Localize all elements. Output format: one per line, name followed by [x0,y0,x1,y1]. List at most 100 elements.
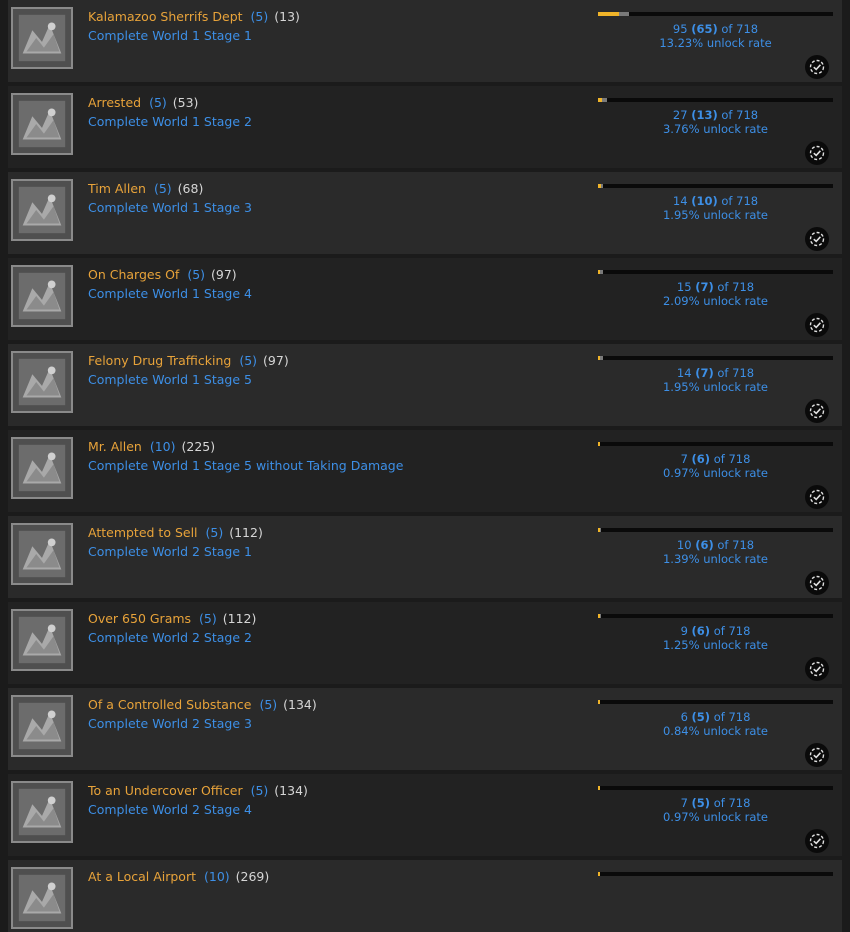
unlock-count: 6 [680,710,688,724]
achievement-title[interactable]: Mr. Allen [88,439,142,454]
badge-image [13,9,71,67]
hardcore-count: (5) [691,796,711,810]
achievement-title[interactable]: Over 650 Grams [88,611,191,626]
unlock-progress-bar [598,98,833,102]
unlock-rate-suffix: unlock rate [703,294,768,308]
achievement-description[interactable]: Complete World 2 Stage 2 [88,630,252,645]
unlock-count-line: 95 (65) of 718 [598,22,833,36]
stage-map-icon[interactable] [11,179,73,241]
unlock-rate-line: 3.76% unlock rate [598,122,833,136]
unlock-stats: 7 (5) of 718 0.97% unlock rate [598,796,833,824]
achievement-description[interactable]: Complete World 1 Stage 5 [88,372,252,387]
achievement-title[interactable]: Attempted to Sell [88,525,198,540]
city-scene-icon[interactable] [11,523,73,585]
achievement-row: Tim Allen (5) (68) Complete World 1 Stag… [8,172,842,254]
unlock-progress-bar [598,700,833,704]
unlock-rate-line: 0.84% unlock rate [598,724,833,738]
achievement-heading: Of a Controlled Substance (5) (134) [88,697,317,712]
achievement-description[interactable]: Complete World 2 Stage 1 [88,544,252,559]
progress-fill-hardcore [598,356,601,360]
brick-wall-icon[interactable] [11,609,73,671]
achievement-points: (5) [205,525,224,540]
check-circle-icon[interactable] [805,55,829,79]
achievement-retropoints: (97) [211,267,237,282]
achievement-points: (5) [239,353,258,368]
check-glyph [809,575,825,591]
unlock-stats: 10 (6) of 718 1.39% unlock rate [598,538,833,566]
achievement-description[interactable]: Complete World 1 Stage 4 [88,286,252,301]
badge-image [13,353,71,411]
achievement-retropoints: (134) [274,783,308,798]
triceratops-icon[interactable] [11,265,73,327]
achievement-description[interactable]: Complete World 2 Stage 3 [88,716,252,731]
creature-icon[interactable] [11,695,73,757]
achievement-row: Arrested (5) (53) Complete World 1 Stage… [8,86,842,168]
reptile-icon[interactable] [11,781,73,843]
achievement-retropoints: (112) [222,611,257,626]
dragon-head-icon[interactable] [11,7,73,69]
unlock-count-line: 27 (13) of 718 [598,108,833,122]
progress-fill-hardcore [598,442,600,446]
achievement-heading: To an Undercover Officer (5) (134) [88,783,308,798]
achievement-heading: Kalamazoo Sherrifs Dept (5) (13) [88,9,300,24]
achievement-description[interactable]: Complete World 1 Stage 1 [88,28,252,43]
unlock-rate-line: 1.25% unlock rate [598,638,833,652]
dinosaur-icon[interactable] [11,93,73,155]
beast-icon[interactable] [11,351,73,413]
unlock-rate-line: 13.23% unlock rate [598,36,833,50]
achievement-title[interactable]: On Charges Of [88,267,179,282]
unlock-rate-suffix: unlock rate [703,552,768,566]
achievement-points: (5) [153,181,172,196]
unlock-rate: 0.84% [662,724,700,738]
monster-icon[interactable] [11,437,73,499]
total-players: 718 [736,194,759,208]
progress-fill-hardcore [598,872,600,876]
achievement-row: At a Local Airport (10) (269) of 718 unl… [8,860,842,932]
achievement-title[interactable]: Arrested [88,95,141,110]
achievement-title[interactable]: Kalamazoo Sherrifs Dept [88,9,243,24]
unlock-rate: 3.76% [662,122,700,136]
check-circle-icon[interactable] [805,141,829,165]
check-circle-icon[interactable] [805,743,829,767]
achievement-retropoints: (53) [172,95,199,110]
unlock-rate-suffix: unlock rate [706,36,772,50]
unlock-count-line: 6 (5) of 718 [598,710,833,724]
unlock-rate: 2.09% [662,294,700,308]
achievement-title[interactable]: Of a Controlled Substance [88,697,251,712]
unlock-count-line: 9 (6) of 718 [598,624,833,638]
check-circle-icon[interactable] [805,399,829,423]
total-players: 718 [736,22,759,36]
unlock-stats: 15 (7) of 718 2.09% unlock rate [598,280,833,308]
achievement-title[interactable]: To an Undercover Officer [88,783,243,798]
achievement-list: Kalamazoo Sherrifs Dept (5) (13) Complet… [0,0,850,932]
check-circle-icon[interactable] [805,227,829,251]
unlock-rate: 0.97% [662,466,700,480]
unlock-progress-bar [598,184,833,188]
check-circle-icon[interactable] [805,313,829,337]
total-players: 718 [732,280,755,294]
of-label: of [721,194,733,208]
achievement-heading: Tim Allen (5) (68) [88,181,203,196]
unlock-progress-bar [598,12,833,16]
check-glyph [809,747,825,763]
check-circle-icon[interactable] [805,571,829,595]
achievement-row: Over 650 Grams (5) (112) Complete World … [8,602,842,684]
achievement-title[interactable]: Tim Allen [88,181,146,196]
achievement-title[interactable]: Felony Drug Trafficking [88,353,231,368]
check-glyph [809,661,825,677]
check-circle-icon[interactable] [805,485,829,509]
achievement-description[interactable]: Complete World 1 Stage 2 [88,114,252,129]
check-circle-icon[interactable] [805,657,829,681]
achievement-title[interactable]: At a Local Airport [88,869,196,884]
check-circle-icon[interactable] [805,829,829,853]
of-label: of [713,624,725,638]
check-glyph [809,59,825,75]
achievement-description[interactable]: Complete World 1 Stage 3 [88,200,252,215]
total-players: 718 [732,366,755,380]
unlock-progress-bar [598,614,833,618]
of-label: of [717,538,729,552]
achievement-description[interactable]: Complete World 2 Stage 4 [88,802,252,817]
unlock-rate: 1.95% [662,208,700,222]
airport-icon[interactable] [11,867,73,929]
achievement-description[interactable]: Complete World 1 Stage 5 without Taking … [88,458,403,473]
